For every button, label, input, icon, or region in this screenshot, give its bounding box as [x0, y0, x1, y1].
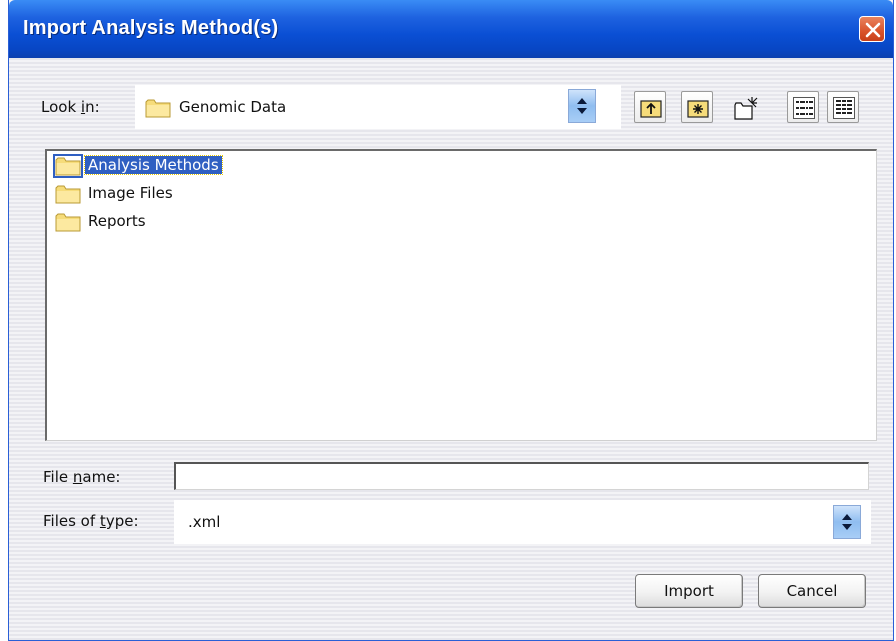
- list-item-label: Reports: [88, 212, 146, 230]
- folder-icon: [145, 99, 171, 118]
- file-list[interactable]: Analysis Methods Image Files Reports: [45, 149, 877, 441]
- look-in-value: Genomic Data: [179, 98, 287, 116]
- list-item-label: Image Files: [88, 184, 173, 202]
- up-one-level-button[interactable]: [634, 91, 666, 123]
- up-down-arrow-icon: [842, 514, 852, 530]
- folder-icon: [55, 213, 81, 232]
- details-view-icon: [833, 97, 855, 119]
- new-folder-button[interactable]: [728, 91, 760, 123]
- close-icon: [865, 22, 881, 38]
- up-down-arrow-icon: [577, 98, 587, 114]
- import-dialog: Import Analysis Method(s) Look in: Genom…: [8, 0, 894, 641]
- list-view-button[interactable]: [787, 91, 819, 123]
- dialog-title: Import Analysis Method(s): [23, 17, 279, 39]
- folder-icon: [55, 185, 81, 204]
- look-in-combo[interactable]: Genomic Data: [135, 85, 621, 129]
- home-folder-icon: [687, 100, 709, 118]
- look-in-dropdown-button[interactable]: [568, 89, 596, 123]
- file-name-label: File name:: [43, 468, 121, 486]
- list-item-label: Analysis Methods: [84, 155, 223, 175]
- up-folder-icon: [640, 100, 662, 118]
- folder-icon: [53, 154, 83, 178]
- file-type-value: .xml: [188, 513, 221, 531]
- file-type-combo[interactable]: .xml: [174, 500, 871, 544]
- close-button[interactable]: [859, 16, 885, 42]
- details-view-button[interactable]: [827, 91, 859, 123]
- file-type-dropdown-button[interactable]: [833, 505, 861, 539]
- list-view-icon: [793, 97, 815, 119]
- look-in-label: Look in:: [41, 98, 100, 116]
- home-folder-button[interactable]: [681, 91, 713, 123]
- new-folder-icon: [734, 97, 758, 120]
- import-button[interactable]: Import: [635, 574, 743, 608]
- file-name-input[interactable]: [174, 462, 869, 490]
- file-type-label: Files of type:: [43, 512, 139, 530]
- title-bar[interactable]: Import Analysis Method(s): [9, 0, 893, 58]
- cancel-button[interactable]: Cancel: [758, 574, 866, 608]
